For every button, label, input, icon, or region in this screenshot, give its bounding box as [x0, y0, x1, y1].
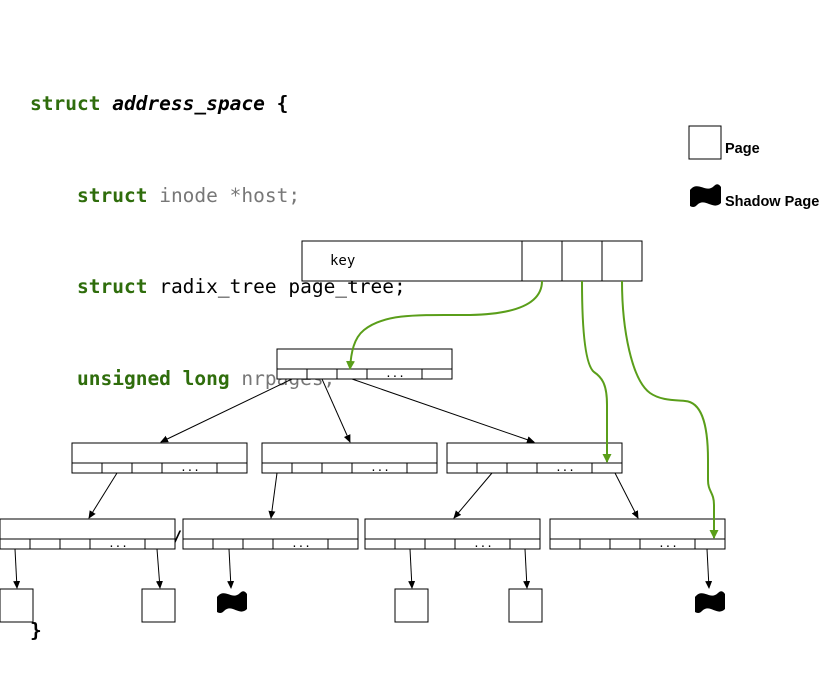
- edge-l3-page-2: [155, 548, 163, 589]
- level2-right-ellipsis: ...: [555, 461, 575, 474]
- level3-node-3: ...: [364, 518, 541, 550]
- level2-middle-ellipsis: ...: [370, 461, 390, 474]
- shadow-page-2: [695, 591, 725, 613]
- page-4: [508, 588, 543, 623]
- edge-l1-l2-left: [160, 378, 293, 443]
- legend-page-label: Page: [725, 141, 760, 157]
- edge-l3-shadow-1: [227, 548, 235, 589]
- root-node: key: [301, 240, 643, 282]
- page-3: [394, 588, 429, 623]
- root-key-label: key: [330, 253, 355, 269]
- legend-shadow-page-label: Shadow Page: [725, 194, 819, 210]
- level2-left-ellipsis: ...: [180, 461, 200, 474]
- legend-shadow-page-icon: [690, 184, 721, 207]
- level3-4-ellipsis: ...: [658, 537, 678, 550]
- level1-ellipsis: ...: [385, 367, 405, 380]
- level2-node-left: ...: [71, 442, 248, 474]
- level3-node-2: ...: [182, 518, 359, 550]
- level3-node-4: ...: [549, 518, 726, 550]
- green-edge-root-l3: [621, 280, 719, 539]
- edge-l2-l3-4: [614, 472, 639, 519]
- level3-1-ellipsis: ...: [108, 537, 128, 550]
- shadow-page-1: [217, 591, 247, 613]
- edge-l2-l3-3: [453, 472, 493, 519]
- edge-l2-l3-2: [268, 472, 278, 519]
- green-edge-root-l2: [581, 280, 612, 463]
- page-2: [141, 588, 176, 623]
- level2-node-right: ...: [446, 442, 623, 474]
- edge-l2-l3-1: [88, 472, 118, 519]
- edge-l1-l2-middle: [321, 378, 351, 443]
- edge-l3-page-4: [523, 548, 531, 589]
- edge-l1-l2-right: [351, 378, 535, 444]
- radix-tree-diagram: Page Shadow Page key ... ... ... ... ...…: [0, 125, 819, 623]
- page-1: [0, 588, 34, 623]
- edge-l3-page-3: [408, 548, 416, 589]
- level2-node-middle: ...: [261, 442, 438, 474]
- edge-l3-page-1: [13, 548, 21, 589]
- edge-l3-shadow-2: [705, 548, 713, 589]
- level3-node-1: ...: [0, 518, 176, 550]
- level3-3-ellipsis: ...: [473, 537, 493, 550]
- legend-page-icon: [688, 125, 722, 160]
- level3-2-ellipsis: ...: [291, 537, 311, 550]
- level1-node: ...: [276, 348, 453, 380]
